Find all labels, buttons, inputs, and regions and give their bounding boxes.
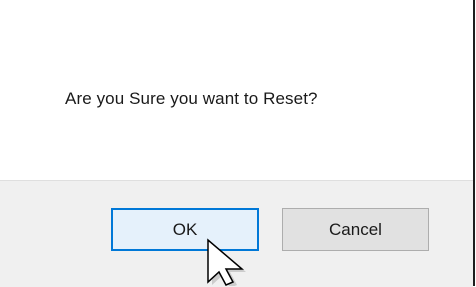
cancel-button[interactable]: Cancel	[282, 208, 429, 251]
window-edge	[473, 0, 475, 286]
arrow-pointer-icon	[207, 238, 246, 286]
dialog-message: Are you Sure you want to Reset?	[65, 89, 318, 108]
dialog-message-area: Are you Sure you want to Reset?	[0, 0, 473, 180]
